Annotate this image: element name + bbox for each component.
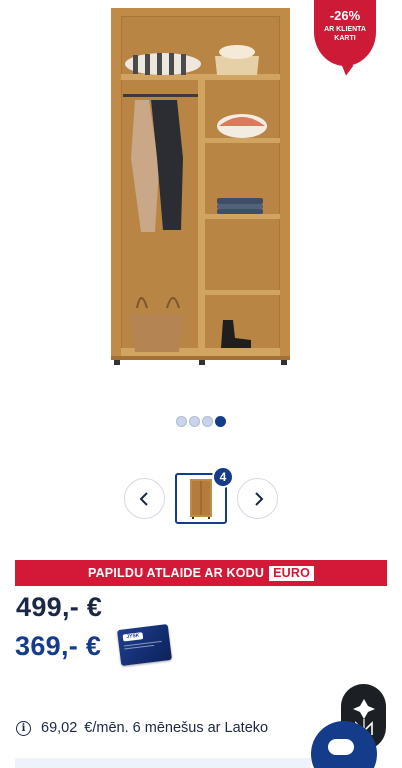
wardrobe-thumbnail-icon <box>190 478 212 519</box>
regular-price: 499,- € <box>16 592 103 622</box>
thumbnail-count-badge: 4 <box>212 466 234 488</box>
promo-text: PAPILDU ATLAIDE AR KODU <box>87 566 265 580</box>
carousel-dot[interactable] <box>189 416 200 427</box>
carousel-dot[interactable] <box>176 416 187 427</box>
installment-info: i 69,02 €/mēn. 6 mēnešus ar Lateko <box>16 720 268 736</box>
chevron-left-icon <box>139 491 148 506</box>
discount-subtitle: AR KLIENTA KARTI <box>324 26 366 42</box>
club-card-image: JYSK <box>116 624 173 666</box>
discount-badge: -26% AR KLIENTA KARTI <box>314 0 376 66</box>
carousel-dot[interactable] <box>202 416 213 427</box>
promo-code: EURO <box>269 565 315 581</box>
installment-text: €/mēn. 6 mēnešus ar Lateko <box>84 720 269 736</box>
carousel-dots <box>176 416 226 427</box>
previous-image-button[interactable] <box>124 478 165 519</box>
chat-icon <box>328 739 354 755</box>
info-icon[interactable]: i <box>16 720 31 736</box>
bottom-section <box>15 758 311 768</box>
club-card-logo: JYSK <box>122 632 144 642</box>
next-image-button[interactable] <box>237 478 278 519</box>
product-image[interactable]: -26% AR KLIENTA KARTI <box>0 0 402 400</box>
installment-amount: 69,02 <box>41 720 78 736</box>
carousel-dot-active[interactable] <box>215 416 226 427</box>
chevron-right-icon <box>254 491 263 506</box>
wardrobe-image <box>111 8 290 365</box>
promo-banner: PAPILDU ATLAIDE AR KODU EURO <box>15 560 387 586</box>
discount-percent: -26% <box>329 8 361 23</box>
club-price: 369,- € <box>15 631 102 661</box>
